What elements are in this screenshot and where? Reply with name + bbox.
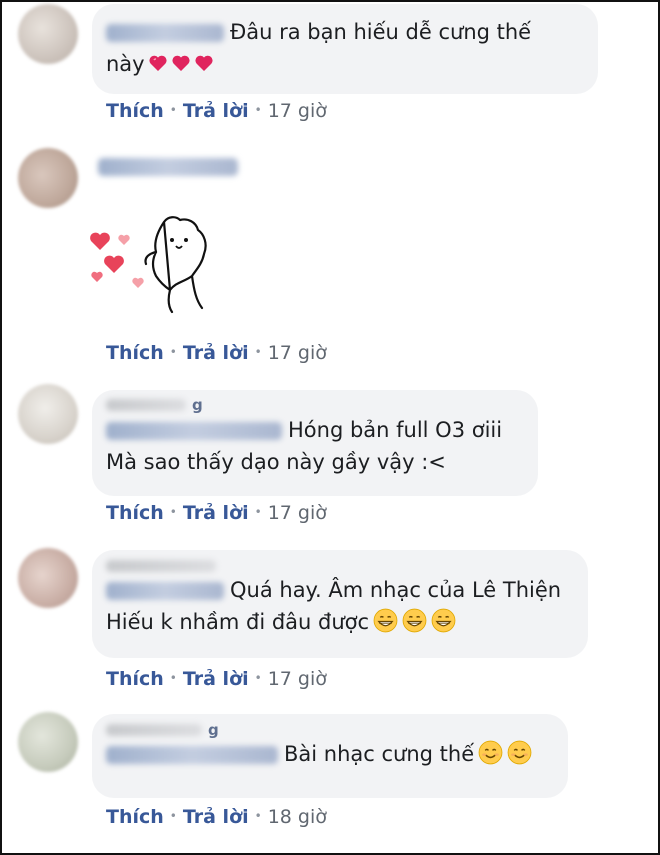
comment-actions: Thích • Trả lời • 17 giờ: [106, 668, 327, 690]
grinning-face-icon: [373, 608, 398, 633]
comment-text: Quá hay. Âm nhạc của Lê Thiện: [230, 578, 562, 602]
grinning-face-icon: [402, 608, 427, 633]
timestamp[interactable]: 17 giờ: [268, 502, 327, 524]
heart-icon: [172, 55, 190, 71]
commenter-name-blurred[interactable]: [106, 746, 278, 764]
smiling-face-icon: [478, 740, 503, 765]
comment-actions: Thích • Trả lời • 18 giờ: [106, 806, 327, 828]
like-link[interactable]: Thích: [106, 502, 164, 524]
commenter-name-blurred[interactable]: [106, 24, 224, 42]
commenter-name-blurred-top[interactable]: [106, 399, 186, 411]
like-link[interactable]: Thích: [106, 342, 164, 364]
comment-text-line2: Hiếu k nhầm đi đâu được: [106, 610, 370, 634]
commenter-name-blurred[interactable]: [98, 156, 244, 176]
reply-link[interactable]: Trả lời: [183, 100, 249, 122]
comment-bubble: Quá hay. Âm nhạc của Lê Thiện Hiếu k nhầ…: [92, 550, 588, 658]
heart-icon: [104, 255, 124, 273]
avatar[interactable]: [18, 548, 78, 608]
timestamp[interactable]: 17 giờ: [268, 668, 327, 690]
commenter-name-blurred-top[interactable]: [106, 560, 216, 572]
timestamp[interactable]: 17 giờ: [268, 100, 327, 122]
avatar[interactable]: [18, 384, 78, 444]
reply-link[interactable]: Trả lời: [183, 342, 249, 364]
avatar[interactable]: [18, 712, 78, 772]
avatar[interactable]: [18, 4, 78, 64]
grinning-face-icon: [431, 608, 456, 633]
heart-bunny-sticker: [90, 216, 207, 314]
reply-link[interactable]: Trả lời: [183, 806, 249, 828]
comment-text: Bài nhạc cưng thế: [284, 742, 475, 766]
heart-icon: [90, 232, 110, 250]
like-link[interactable]: Thích: [106, 668, 164, 690]
commenter-name-blurred[interactable]: [106, 422, 282, 440]
commenter-name-blurred[interactable]: [106, 582, 224, 600]
heart-icon: [195, 55, 213, 71]
reply-link[interactable]: Trả lời: [183, 502, 249, 524]
comment-actions: Thích • Trả lời • 17 giờ: [106, 100, 327, 122]
smiling-face-icon: [507, 740, 532, 765]
like-link[interactable]: Thích: [106, 100, 164, 122]
heart-icon: [118, 234, 130, 245]
heart-icon: [132, 277, 144, 288]
comment-actions: Thích • Trả lời • 17 giờ: [106, 342, 327, 364]
comment-thread: Đâu ra bạn hiếu dễ cưng thế này Thích • Tr…: [0, 0, 660, 855]
reply-link[interactable]: Trả lời: [183, 668, 249, 690]
timestamp[interactable]: 17 giờ: [268, 342, 327, 364]
comment-text-line2: này: [106, 52, 145, 76]
comment-bubble: Đâu ra bạn hiếu dễ cưng thế này: [92, 4, 598, 94]
heart-icon: [91, 271, 103, 282]
heart-icon: [149, 55, 167, 71]
comment-bubble: g Bài nhạc cưng thế: [92, 714, 568, 798]
comment-text-line2: Mà sao thấy dạo này gầy vậy :<: [106, 450, 446, 474]
comment-text: Hóng bản full O3 ơiii: [288, 418, 503, 442]
comment-bubble: g Hóng bản full O3 ơiii Mà sao thấy dạo …: [92, 390, 538, 496]
like-link[interactable]: Thích: [106, 806, 164, 828]
comment-text: Đâu ra bạn hiếu dễ cưng thế: [230, 20, 532, 44]
avatar[interactable]: [18, 148, 78, 208]
timestamp[interactable]: 18 giờ: [268, 806, 327, 828]
comment-actions: Thích • Trả lời • 17 giờ: [106, 502, 327, 524]
commenter-name-blurred-top[interactable]: [106, 724, 202, 736]
